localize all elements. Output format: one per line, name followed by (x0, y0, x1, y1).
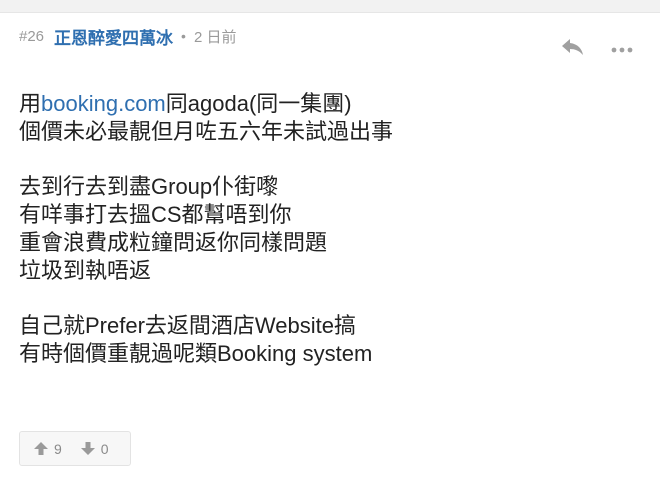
meta-separator: • (181, 28, 186, 44)
body-line-2: 個價未必最靚但月咗五六年未試過出事 (19, 119, 394, 144)
downvote-count: 0 (100, 440, 109, 457)
body-line-1: 用booking.com同agoda(同一集團) (19, 90, 639, 118)
reply-icon[interactable] (561, 38, 585, 56)
post-time: 2 日前 (193, 28, 237, 46)
body-line-8: 有時個價重靚過呢類Booking system (19, 341, 373, 366)
downvote-button[interactable]: 0 (80, 432, 109, 465)
username-link[interactable]: 正恩醉愛四萬冰 (54, 24, 173, 49)
body-line-6: 垃圾到執唔返 (19, 258, 152, 283)
post-body: 用booking.com同agoda(同一集團) 個價未必最靚但月咗五六年未試過… (19, 90, 639, 368)
body-line-4: 有咩事打去搵CS都幫唔到你 (19, 202, 292, 227)
body-line-3: 去到行去到盡Group仆街嚟 (19, 174, 279, 199)
post-number: #26 (19, 27, 45, 45)
body-line-7: 自己就Prefer去返間酒店Website搞 (19, 313, 356, 338)
body-text: 用 (19, 91, 42, 116)
body-text: 同agoda(同一集團) (165, 91, 352, 116)
booking-link[interactable]: booking.com (41, 91, 166, 116)
previous-post-edge (0, 0, 660, 13)
body-line-5: 重會浪費成粒鐘問返你同樣問題 (19, 230, 328, 255)
thumbs-up-icon (33, 441, 49, 456)
thumbs-down-icon (80, 441, 96, 456)
more-dots-icon[interactable] (611, 42, 633, 53)
post-header: #26 正恩醉愛四萬冰 • 2 日前 (19, 24, 236, 48)
upvote-button[interactable]: 9 (33, 432, 62, 465)
upvote-count: 9 (54, 440, 62, 457)
vote-box: 9 0 (19, 431, 131, 466)
